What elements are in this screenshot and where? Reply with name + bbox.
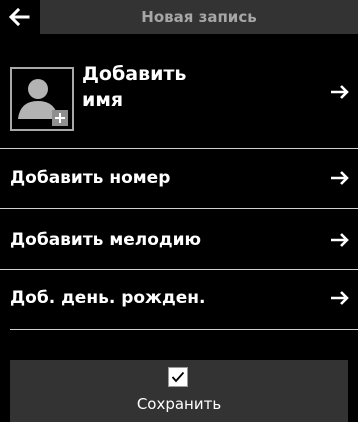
arrow-left-icon bbox=[8, 7, 30, 27]
save-button[interactable]: Сохранить bbox=[10, 360, 348, 422]
add-name-row[interactable]: Добавить имя bbox=[0, 34, 358, 148]
add-name-line1: Добавить bbox=[82, 63, 187, 85]
page-title: Новая запись bbox=[141, 8, 257, 26]
add-melody-row[interactable]: Добавить мелодию bbox=[0, 209, 358, 269]
new-contact-screen: Новая запись Добавить имя Добавить номер bbox=[0, 0, 358, 422]
add-birthday-label: Доб. день. рожден. bbox=[10, 288, 206, 308]
add-name-line2: имя bbox=[82, 89, 124, 111]
save-label: Сохранить bbox=[136, 395, 222, 413]
person-add-icon bbox=[18, 79, 68, 126]
add-number-row[interactable]: Добавить номер bbox=[0, 149, 358, 208]
add-birthday-row[interactable]: Доб. день. рожден. bbox=[0, 270, 358, 329]
title-bar: Новая запись bbox=[40, 0, 358, 34]
add-name-label: Добавить имя bbox=[82, 61, 282, 113]
arrow-right-icon bbox=[331, 85, 349, 99]
back-button[interactable] bbox=[0, 0, 38, 34]
arrow-right-icon bbox=[331, 171, 349, 185]
checkmark-icon bbox=[171, 371, 185, 383]
divider bbox=[10, 329, 358, 330]
arrow-right-icon bbox=[331, 291, 349, 305]
add-melody-label: Добавить мелодию bbox=[10, 230, 202, 250]
add-number-label: Добавить номер bbox=[10, 168, 171, 188]
header-bar: Новая запись bbox=[0, 0, 358, 34]
avatar-placeholder[interactable] bbox=[10, 67, 74, 131]
checkbox-checked-icon bbox=[168, 367, 188, 387]
arrow-right-icon bbox=[331, 233, 349, 247]
